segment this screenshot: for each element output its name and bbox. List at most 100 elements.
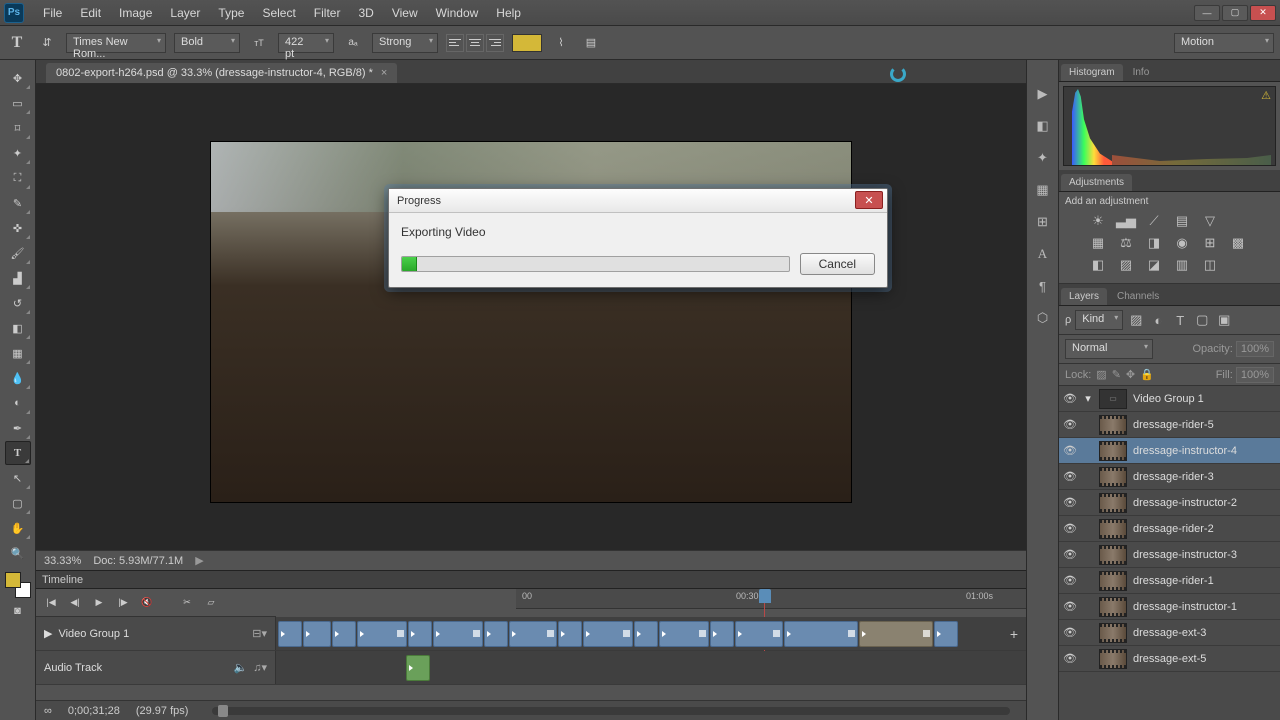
transition-button[interactable]: ▱ [202,594,220,612]
crop-tool[interactable]: ⛶ [5,166,31,190]
video-clip[interactable] [484,621,508,647]
menu-image[interactable]: Image [110,6,161,20]
workspace-dropdown[interactable]: Motion [1174,33,1274,53]
layer-row[interactable]: 👁dressage-rider-5 [1059,412,1280,438]
paragraph-icon[interactable]: ¶ [1033,276,1053,296]
filter-type-icon[interactable]: T [1171,312,1189,328]
magic-wand-tool[interactable]: ✦ [5,141,31,165]
adjustments-tab[interactable]: Adjustments [1061,174,1132,191]
layer-row[interactable]: 👁dressage-instructor-3 [1059,542,1280,568]
group-collapse-icon[interactable]: ▾ [1083,392,1093,405]
quick-mask-button[interactable]: ◙ [5,599,31,623]
channels-tab[interactable]: Channels [1109,288,1167,305]
filter-shape-icon[interactable]: ▢ [1193,312,1211,328]
visibility-toggle-icon[interactable]: 👁 [1063,626,1077,639]
eraser-tool[interactable]: ◧ [5,316,31,340]
menu-edit[interactable]: Edit [71,6,110,20]
path-selection-tool[interactable]: ↖ [5,466,31,490]
brush-tool[interactable]: 🖌 [5,241,31,265]
histogram-tab[interactable]: Histogram [1061,64,1123,81]
move-tool[interactable]: ✥ [5,66,31,90]
menu-help[interactable]: Help [487,6,530,20]
video-clip[interactable] [303,621,331,647]
mute-button[interactable]: 🔇 [138,594,156,612]
history-brush-tool[interactable]: ↺ [5,291,31,315]
filter-smart-icon[interactable]: ▣ [1215,312,1233,328]
menu-view[interactable]: View [383,6,427,20]
adjustments-icon[interactable]: ◧ [1033,116,1053,136]
vibrance-icon[interactable]: ▽ [1201,213,1219,229]
video-clip[interactable] [278,621,302,647]
layer-row[interactable]: 👁dressage-rider-1 [1059,568,1280,594]
video-clip[interactable] [332,621,356,647]
timeline-tab[interactable]: Timeline [42,574,83,586]
layer-row[interactable]: 👁dressage-ext-5 [1059,646,1280,672]
visibility-toggle-icon[interactable]: 👁 [1063,522,1077,535]
visibility-toggle-icon[interactable]: 👁 [1063,392,1077,405]
text-color-swatch[interactable] [512,34,542,52]
exposure-icon[interactable]: ▤ [1173,213,1191,229]
next-frame-button[interactable]: |▶ [114,594,132,612]
minimize-button[interactable]: — [1194,5,1220,21]
curves-icon[interactable]: ⟋ [1145,213,1163,229]
properties-icon[interactable]: ⊞ [1033,212,1053,232]
track-expand-icon[interactable]: ▶ [44,627,52,640]
play-icon[interactable]: ▶ [1033,84,1053,104]
menu-file[interactable]: File [34,6,71,20]
levels-icon[interactable]: ▃▅ [1117,213,1135,229]
pen-tool[interactable]: ✒ [5,416,31,440]
lasso-tool[interactable]: ⌑ [5,116,31,140]
blend-mode-dropdown[interactable]: Normal [1065,339,1153,359]
play-button[interactable]: ▶ [90,594,108,612]
close-tab-icon[interactable]: × [381,67,387,79]
track-options-icon[interactable]: ⊟▾ [252,627,267,640]
text-orientation-icon[interactable]: ⇵ [36,32,58,54]
add-media-button[interactable]: + [1004,626,1024,642]
align-center-button[interactable] [466,34,484,52]
menu-filter[interactable]: Filter [305,6,350,20]
rectangle-tool[interactable]: ▢ [5,491,31,515]
marquee-tool[interactable]: ▭ [5,91,31,115]
character-icon[interactable]: A [1033,244,1053,264]
prev-frame-button[interactable]: ◀| [66,594,84,612]
layer-filter-dropdown[interactable]: Kind [1075,310,1123,330]
timeline-zoom-slider[interactable] [212,707,1010,715]
layer-row[interactable]: 👁dressage-instructor-2 [1059,490,1280,516]
split-clip-button[interactable]: ✂ [178,594,196,612]
audio-clip[interactable] [406,655,430,681]
visibility-toggle-icon[interactable]: 👁 [1063,574,1077,587]
type-tool[interactable]: T [5,441,31,465]
gradient-map-icon[interactable]: ▥ [1173,257,1191,273]
video-clip[interactable] [509,621,557,647]
video-clip[interactable] [408,621,432,647]
timeline-ruler[interactable]: 00 00:30 01:00s [516,589,1026,609]
font-family-dropdown[interactable]: Times New Rom... [66,33,166,53]
layer-row[interactable]: 👁dressage-instructor-4 [1059,438,1280,464]
brightness-contrast-icon[interactable]: ☀ [1089,213,1107,229]
visibility-toggle-icon[interactable]: 👁 [1063,470,1077,483]
audio-mute-icon[interactable]: 🔈 [234,661,248,674]
3d-icon[interactable]: ⬡ [1033,308,1053,328]
invert-icon[interactable]: ◧ [1089,257,1107,273]
clone-stamp-tool[interactable]: ▟ [5,266,31,290]
menu-layer[interactable]: Layer [161,6,209,20]
font-weight-dropdown[interactable]: Bold [174,33,240,53]
video-clip[interactable] [558,621,582,647]
timecode[interactable]: 0;00;31;28 [68,705,120,717]
selective-color-icon[interactable]: ◫ [1201,257,1219,273]
layer-row[interactable]: 👁dressage-ext-3 [1059,620,1280,646]
document-tab[interactable]: 0802-export-h264.psd @ 33.3% (dressage-i… [46,63,397,83]
audio-options-icon[interactable]: ♫▾ [253,661,267,674]
layer-row[interactable]: 👁dressage-rider-2 [1059,516,1280,542]
menu-type[interactable]: Type [209,6,253,20]
menu-window[interactable]: Window [427,6,488,20]
video-clip[interactable] [934,621,958,647]
cancel-button[interactable]: Cancel [800,253,875,275]
color-swatches[interactable] [5,572,31,598]
gradient-tool[interactable]: ▦ [5,341,31,365]
layer-row[interactable]: 👁dressage-instructor-1 [1059,594,1280,620]
video-clip[interactable] [659,621,709,647]
goto-first-frame-button[interactable]: |◀ [42,594,60,612]
blur-tool[interactable]: 💧 [5,366,31,390]
info-tab[interactable]: Info [1125,64,1158,81]
